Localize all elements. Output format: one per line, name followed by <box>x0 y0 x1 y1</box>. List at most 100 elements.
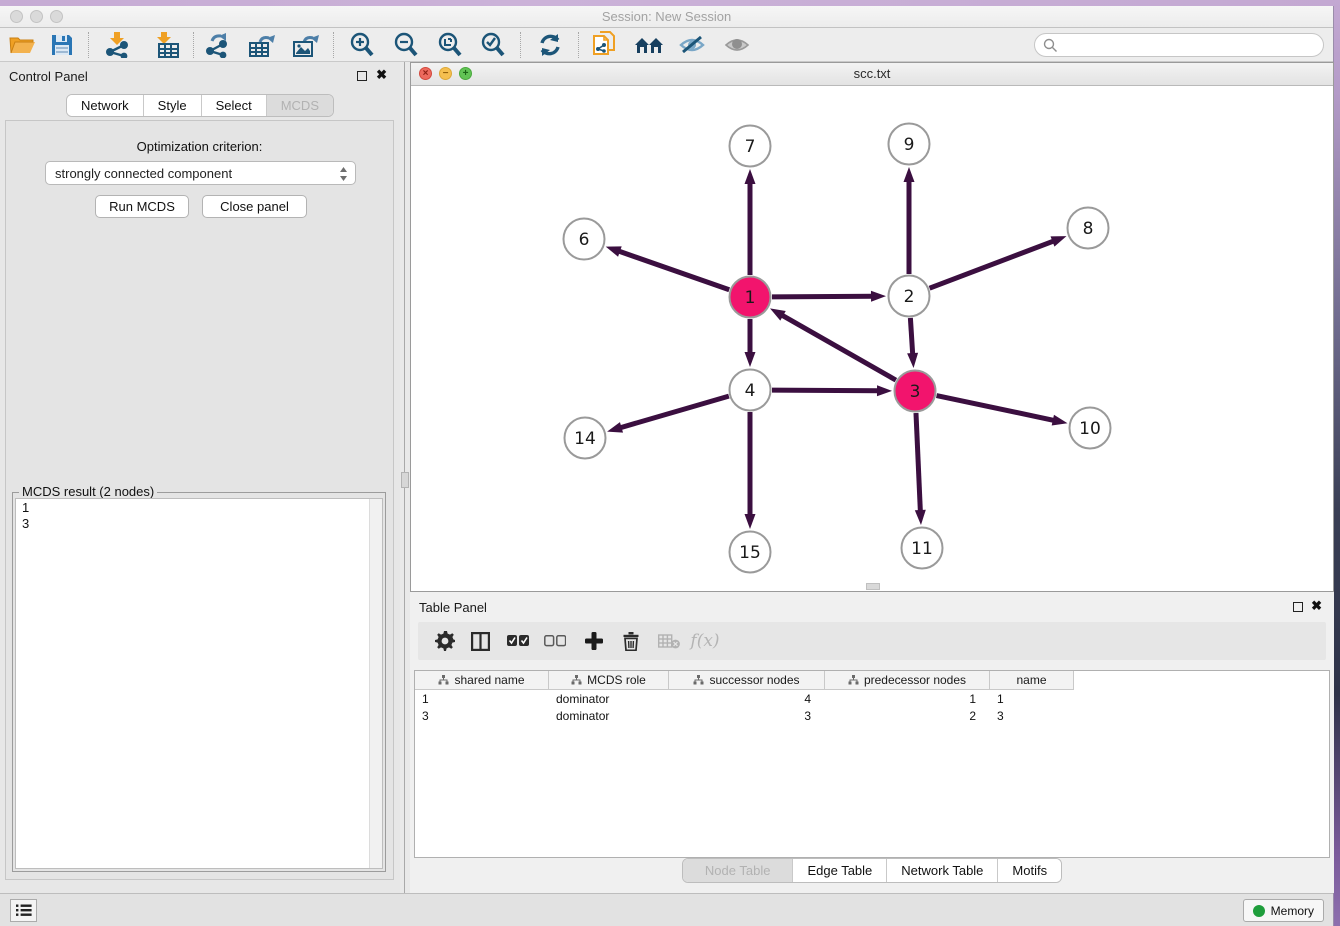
network-canvas[interactable]: 7968124314101511 <box>411 86 1333 591</box>
network-resize-grip[interactable] <box>866 583 880 590</box>
close-panel-icon[interactable]: ✖ <box>376 68 387 82</box>
column-header-shared-name[interactable]: shared name <box>415 671 549 690</box>
open-session-icon[interactable] <box>6 31 38 59</box>
zoom-in-icon[interactable] <box>346 31 378 59</box>
graph-node-label: 14 <box>574 429 596 449</box>
float-panel-icon[interactable] <box>357 71 367 81</box>
panel-splitter[interactable] <box>400 62 410 893</box>
import-table-icon[interactable] <box>150 31 182 59</box>
graph-edge-arrow <box>745 514 756 529</box>
table-panel: Table Panel ✖ <box>410 592 1334 893</box>
column-header-predecessor-nodes[interactable]: predecessor nodes <box>825 671 990 690</box>
hide-selected-icon[interactable] <box>676 31 708 59</box>
table-row[interactable]: 3 dominator 3 2 3 <box>415 707 1329 724</box>
close-panel-button[interactable]: Close panel <box>202 195 307 218</box>
graph-edge-1-2[interactable] <box>772 296 874 297</box>
export-table-icon[interactable] <box>246 31 278 59</box>
zoom-fit-icon[interactable] <box>434 31 466 59</box>
refresh-icon[interactable] <box>534 31 566 59</box>
run-mcds-button[interactable]: Run MCDS <box>95 195 189 218</box>
show-column-panel-icon[interactable] <box>465 627 495 655</box>
shared-column-icon <box>571 675 582 685</box>
memory-status-icon <box>1253 905 1265 917</box>
graph-node-label: 4 <box>745 381 756 401</box>
first-neighbors-icon[interactable] <box>633 31 665 59</box>
save-session-icon[interactable] <box>46 31 78 59</box>
export-network-icon[interactable] <box>202 31 234 59</box>
table-toolbar: f(x) <box>418 622 1326 660</box>
toolbar-separator <box>88 32 89 58</box>
graph-edge-3-1[interactable] <box>780 314 895 380</box>
tab-mcds[interactable]: MCDS <box>267 95 333 116</box>
graph-node-label: 1 <box>745 288 756 308</box>
graph-edge-arrow <box>871 291 886 302</box>
column-header-name[interactable]: name <box>990 671 1074 690</box>
toolbar-separator <box>333 32 334 58</box>
unselect-all-icon[interactable] <box>540 627 570 655</box>
table-tabs: Node Table Edge Table Network Table Moti… <box>410 858 1334 883</box>
column-header-successor-nodes[interactable]: successor nodes <box>669 671 825 690</box>
tab-select[interactable]: Select <box>202 95 267 116</box>
close-table-panel-icon[interactable]: ✖ <box>1311 599 1322 613</box>
create-column-plus-icon[interactable] <box>579 627 609 655</box>
graph-edge-2-3[interactable] <box>910 318 912 356</box>
desktop-wallpaper-right <box>1334 0 1340 926</box>
graph-edge-arrow <box>915 510 926 525</box>
result-scrollbar[interactable] <box>369 499 382 868</box>
table-settings-gear-icon[interactable] <box>430 627 460 655</box>
table-row[interactable]: 1 dominator 4 1 1 <box>415 690 1329 707</box>
window-titlebar[interactable]: Session: New Session <box>0 6 1333 28</box>
graph-node-label: 11 <box>911 539 933 559</box>
network-view-window: × − + scc.txt 7968124314101511 <box>410 62 1334 592</box>
graph-node-label: 10 <box>1079 419 1101 439</box>
graph-edge-arrow <box>907 353 918 368</box>
delete-column-trash-icon[interactable] <box>616 627 646 655</box>
graph-edge-3-11[interactable] <box>916 413 920 513</box>
graph-edge-2-8[interactable] <box>930 240 1056 288</box>
task-history-button[interactable] <box>10 899 37 922</box>
zoom-selected-icon[interactable] <box>477 31 509 59</box>
search-icon <box>1043 38 1058 53</box>
select-all-icon[interactable] <box>503 627 533 655</box>
status-bar: Memory <box>0 893 1333 926</box>
list-icon <box>16 904 32 917</box>
graph-node-label: 7 <box>745 137 756 157</box>
graph-edge-1-6[interactable] <box>617 251 729 290</box>
tab-motifs[interactable]: Motifs <box>998 859 1061 882</box>
graph-edge-arrow <box>904 167 915 182</box>
mcds-result-line: 1 <box>16 499 382 515</box>
float-table-panel-icon[interactable] <box>1293 602 1303 612</box>
zoom-out-icon[interactable] <box>390 31 422 59</box>
show-all-icon[interactable] <box>721 31 753 59</box>
node-table[interactable]: shared name MCDS role successor nodes pr… <box>414 670 1330 858</box>
graph-node-label: 6 <box>579 230 590 250</box>
memory-button[interactable]: Memory <box>1243 899 1324 922</box>
tab-node-table[interactable]: Node Table <box>683 859 794 882</box>
tab-network-table[interactable]: Network Table <box>887 859 998 882</box>
search-field[interactable] <box>1034 33 1324 57</box>
new-network-from-selection-icon[interactable] <box>589 31 621 59</box>
toolbar-separator <box>578 32 579 58</box>
tab-edge-table[interactable]: Edge Table <box>793 859 887 882</box>
network-window-title: scc.txt <box>411 66 1333 81</box>
optimization-criterion-select[interactable]: strongly connected component <box>45 161 356 185</box>
graph-edge-arrow <box>877 385 892 396</box>
graph-edge-4-3[interactable] <box>772 390 880 391</box>
import-network-icon[interactable] <box>102 31 134 59</box>
splitter-grip[interactable] <box>401 472 409 488</box>
delete-table-icon[interactable] <box>654 627 684 655</box>
graph-edge-arrow <box>745 352 756 367</box>
tab-network[interactable]: Network <box>67 95 144 116</box>
control-panel-header: Control Panel ✖ <box>0 62 400 88</box>
export-image-icon[interactable] <box>290 31 322 59</box>
mcds-result-line: 3 <box>16 515 382 531</box>
network-window-titlebar[interactable]: × − + scc.txt <box>411 63 1333 86</box>
tab-style[interactable]: Style <box>144 95 202 116</box>
memory-label: Memory <box>1271 904 1314 918</box>
graph-edge-4-14[interactable] <box>619 396 729 428</box>
graph-edge-3-10[interactable] <box>937 396 1056 421</box>
mcds-result-textarea[interactable]: 1 3 <box>15 498 383 869</box>
column-header-mcds-role[interactable]: MCDS role <box>549 671 669 690</box>
function-builder-icon[interactable]: f(x) <box>690 627 720 655</box>
search-input[interactable] <box>1058 38 1298 53</box>
